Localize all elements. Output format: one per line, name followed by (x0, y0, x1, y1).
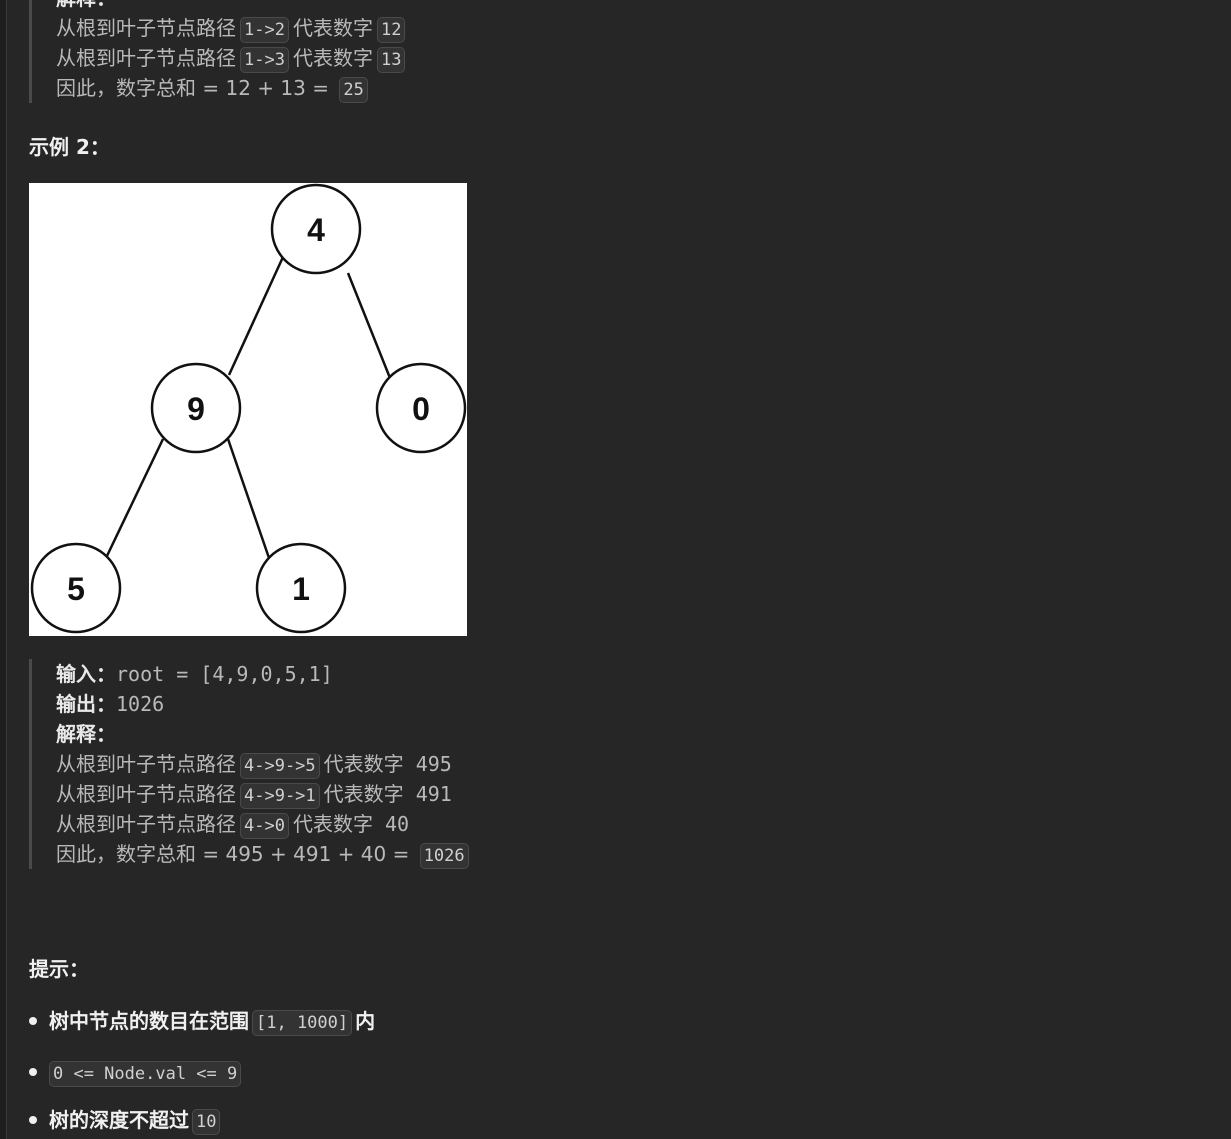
edge-9-5 (104, 438, 165, 559)
edge-4-0 (346, 272, 392, 379)
example2-heading: 示例 2： (29, 135, 110, 159)
tree-diagram: 4 9 0 5 1 (29, 183, 467, 636)
number-value: 491 (415, 782, 452, 806)
edge-4-9 (227, 256, 285, 376)
example2-line4: 因此，数字总和 = 495 + 491 + 40 = 1026 (56, 839, 473, 869)
example1-line3: 因此，数字总和 = 12 + 13 = 25 (56, 73, 409, 103)
number-code: 12 (376, 16, 406, 43)
explain-label: 解释： (56, 722, 116, 746)
input-label: 输入： (56, 662, 116, 686)
bullet-icon (29, 1067, 37, 1076)
example1-line2: 从根到叶子节点路径 1->3 代表数字 13 (56, 43, 409, 73)
example2-line3: 从根到叶子节点路径 4->0 代表数字 40 (56, 809, 473, 839)
explain-label: 解释： (56, 0, 116, 10)
tree-node-label: 1 (292, 571, 310, 607)
tree-node-label: 9 (187, 391, 205, 427)
hint-item-depth: 树的深度不超过 10 (29, 1103, 223, 1137)
number-value: 40 (385, 812, 410, 836)
example1-line1: 从根到叶子节点路径 1->2 代表数字 12 (56, 13, 409, 43)
tree-svg: 4 9 0 5 1 (30, 183, 467, 634)
example2-explanation: 输入：root = [4,9,0,5,1] 输出：1026 解释： 从根到叶子节… (29, 659, 473, 869)
result-code: 25 (339, 76, 368, 103)
bullet-icon (29, 1115, 37, 1124)
output-label: 输出： (56, 692, 116, 716)
number-code: 13 (376, 46, 406, 73)
example2-line1: 从根到叶子节点路径 4->9->5 代表数字 495 (56, 749, 473, 779)
edge-9-1 (226, 438, 271, 559)
range-code: [1, 1000] (252, 1009, 353, 1036)
path-code: 1->3 (240, 46, 289, 73)
tree-node-label: 0 (412, 391, 430, 427)
tree-node-label: 5 (67, 571, 85, 607)
example2-line2: 从根到叶子节点路径 4->9->1 代表数字 491 (56, 779, 473, 809)
output-line: 输出：1026 (56, 689, 473, 719)
hints-heading: 提示： (29, 957, 89, 981)
val-constraint-code: 0 <= Node.val <= 9 (49, 1060, 242, 1087)
number-value: 495 (415, 752, 452, 776)
hint-item-node-val: 0 <= Node.val <= 9 (29, 1055, 244, 1089)
hint-item-node-count: 树中节点的数目在范围 [1, 1000] 内 (29, 1004, 375, 1038)
depth-code: 10 (192, 1108, 221, 1135)
input-value: root = [4,9,0,5,1] (116, 662, 333, 686)
path-code: 4->9->5 (240, 752, 320, 779)
input-line: 输入：root = [4,9,0,5,1] (56, 659, 473, 689)
bullet-icon (29, 1016, 37, 1025)
result-code: 1026 (419, 842, 469, 869)
path-code: 4->9->1 (240, 782, 320, 809)
left-panel-edge (0, 0, 7, 1139)
example1-explanation: 解释： 从根到叶子节点路径1->2代表数字12 从根到叶子节点路径1->3代表数… (29, 0, 409, 103)
output-value: 1026 (116, 692, 165, 716)
path-code: 1->2 (240, 16, 289, 43)
path-code: 4->0 (240, 812, 289, 839)
tree-node-label: 4 (307, 212, 325, 248)
